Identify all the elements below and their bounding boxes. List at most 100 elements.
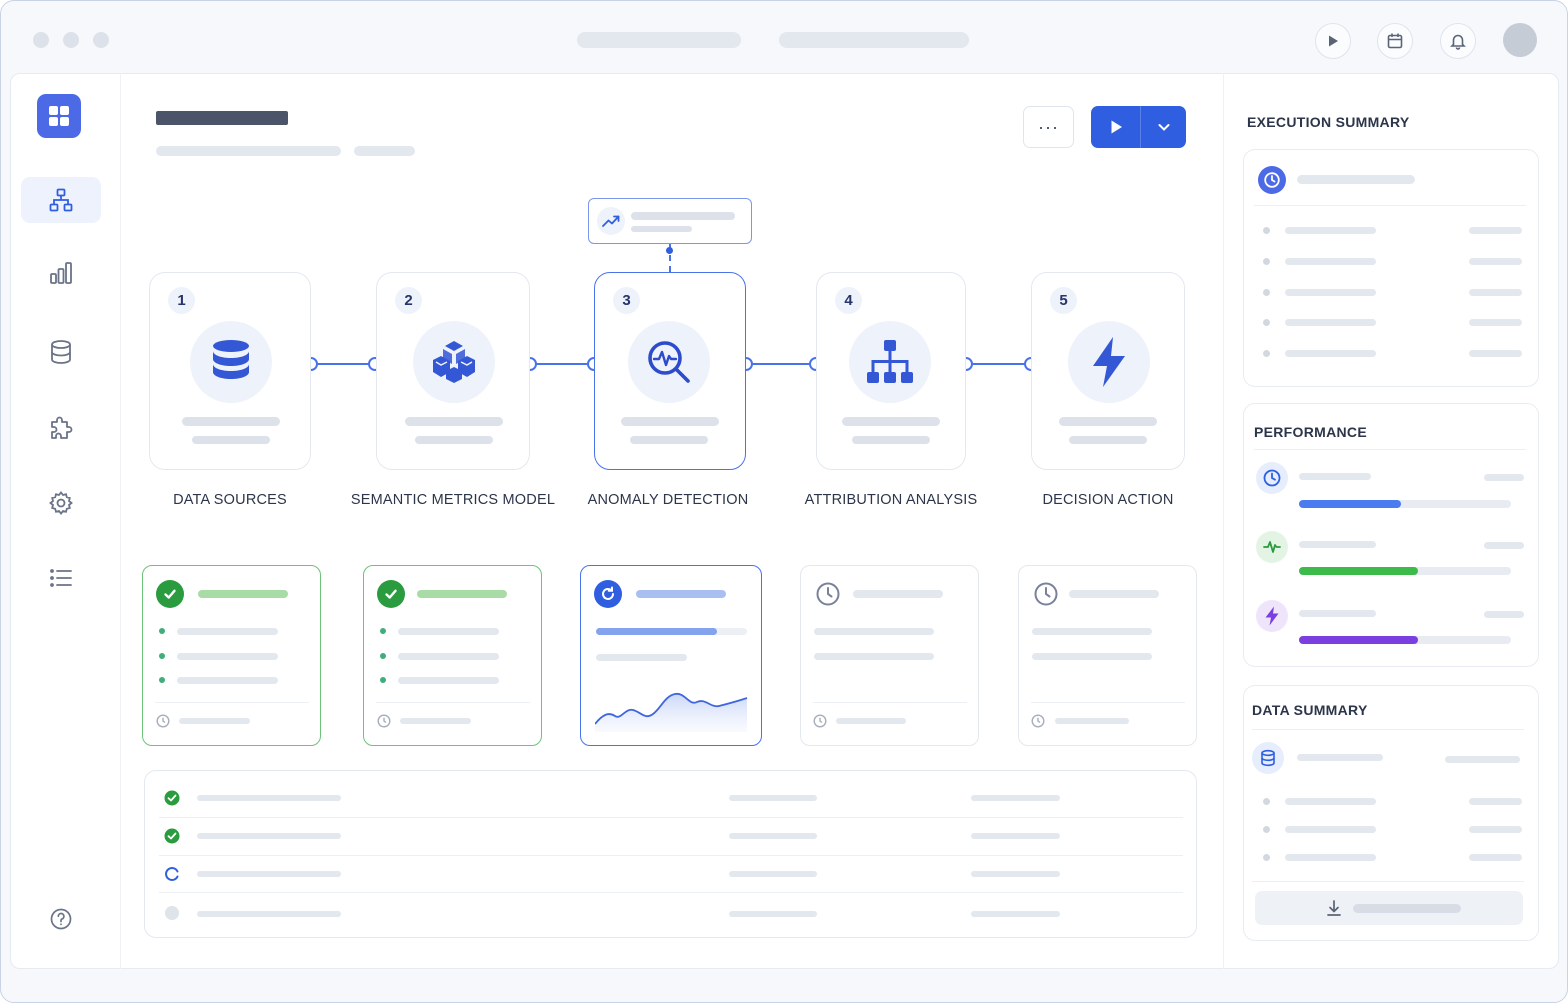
pipeline-node-anomaly-detection[interactable]: 3 [594,272,746,470]
check-circle-icon [156,580,184,608]
row-time [971,795,1060,801]
app-logo[interactable] [37,94,81,138]
sidebar-item-settings[interactable] [21,480,101,526]
metric-value [1484,611,1524,618]
row-duration [729,795,817,801]
card-line [177,628,278,635]
more-options-button[interactable]: ··· [1023,106,1074,148]
sidebar-help-button[interactable] [21,896,101,942]
card-title [636,590,726,598]
card-line [398,677,499,684]
check-circle-icon [164,790,180,806]
callout-icon-wrap [597,207,625,235]
table-row[interactable] [145,818,1196,855]
performance-title: PERFORMANCE [1254,424,1367,440]
run-options-dropdown[interactable] [1141,106,1186,148]
card-line [596,654,687,661]
titlebar-play-button[interactable] [1315,23,1351,59]
step-number: 4 [835,287,862,314]
node-icon-wrap [1068,321,1150,403]
connector-3-4 [746,363,816,365]
trend-up-icon [602,215,620,227]
sidebar-item-integrations[interactable] [21,405,101,451]
pipeline-node-semantic-metrics-model[interactable]: 2 [376,272,530,470]
lightning-icon [1093,337,1125,387]
status-card-2[interactable] [363,565,542,746]
step-number: 5 [1050,287,1077,314]
table-row[interactable] [145,856,1196,893]
summary-value [1469,854,1522,861]
metric-bar-track [1299,500,1511,508]
card-divider [813,702,967,703]
run-workflow-button[interactable] [1091,106,1186,148]
clock-icon [1258,166,1286,194]
summary-value [1469,826,1522,833]
performance-panel: PERFORMANCE [1243,403,1539,667]
connector-2-3 [530,363,594,365]
pipeline-node-attribution-analysis[interactable]: 4 [816,272,966,470]
page-title [156,111,288,125]
titlebar-notifications-button[interactable] [1440,23,1476,59]
callout-connector-dot [666,247,673,254]
metric-bar-fill [1299,636,1418,644]
pipeline-node-data-sources[interactable]: 1 [149,272,311,470]
step-label: SEMANTIC METRICS MODEL [350,492,556,508]
divider [1254,449,1526,450]
status-card-3[interactable] [580,565,762,746]
sidebar [10,73,121,969]
sidebar-item-analytics[interactable] [21,250,101,296]
gear-icon [49,491,73,515]
pulse-icon [1256,531,1288,563]
pipeline-node-decision-action[interactable]: 5 [1031,272,1185,470]
step-label: ATTRIBUTION ANALYSIS [804,492,978,508]
clock-icon [156,714,170,728]
status-card-4[interactable] [800,565,979,746]
summary-key [1285,854,1376,861]
hierarchy-icon [49,188,73,212]
card-divider [155,702,309,703]
summary-key [1285,289,1376,296]
step-label: DATA SOURCES [173,492,287,508]
node-title-placeholder [842,417,940,426]
row-time [971,833,1060,839]
play-icon [1329,35,1338,47]
metric-label [1299,541,1376,548]
database-icon [213,340,249,379]
clock-icon [814,580,842,608]
sidebar-item-logs[interactable] [21,555,101,601]
avatar[interactable] [1503,23,1537,57]
divider [1252,729,1524,730]
download-button[interactable] [1255,891,1523,925]
node-title-placeholder [621,417,719,426]
divider [1254,205,1526,206]
window-maximize-dot[interactable] [93,32,109,48]
status-card-1[interactable] [142,565,321,746]
page-meta [354,146,415,156]
sidebar-item-data[interactable] [21,329,101,375]
summary-key [1285,227,1376,234]
node-icon-wrap [413,321,495,403]
card-divider [376,702,530,703]
step-number: 2 [395,287,422,314]
window-close-dot[interactable] [33,32,49,48]
table-row[interactable] [145,893,1196,937]
window-minimize-dot[interactable] [63,32,79,48]
sidebar-item-workflows[interactable] [21,177,101,223]
summary-value [1469,227,1522,234]
subtitle-placeholder [779,32,969,48]
data-source-value [1445,756,1520,763]
run-button[interactable] [1091,106,1141,148]
table-row[interactable] [145,771,1196,817]
calendar-icon [1387,33,1403,49]
run-log-table [144,770,1197,938]
row-name [197,833,341,839]
metric-bar-track [1299,636,1511,644]
insight-callout[interactable] [588,198,752,244]
titlebar-calendar-button[interactable] [1377,23,1413,59]
bell-icon [1450,34,1466,50]
status-card-5[interactable] [1018,565,1197,746]
step-label: ANOMALY DETECTION [587,492,749,508]
connector-1-2 [311,363,375,365]
node-title-placeholder [182,417,280,426]
step-number: 1 [168,287,195,314]
